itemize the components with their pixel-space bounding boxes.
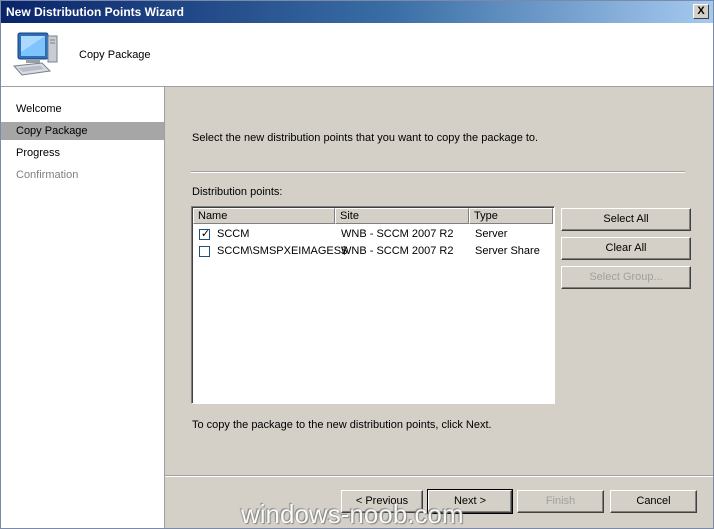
table-row[interactable]: ✓ SCCM WNB - SCCM 2007 R2 Server xyxy=(193,226,553,243)
separator xyxy=(191,171,685,173)
wizard-header: Copy Package xyxy=(1,23,713,87)
cell-name: SCCM\SMSPXEIMAGES$ xyxy=(217,245,348,257)
nav-item-copy-package[interactable]: Copy Package xyxy=(1,122,164,140)
table-row[interactable]: SCCM\SMSPXEIMAGES$ WNB - SCCM 2007 R2 Se… xyxy=(193,243,553,260)
row-checkbox[interactable]: ✓ xyxy=(199,228,211,240)
cell-type: Server xyxy=(475,228,508,240)
instruction-text: Select the new distribution points that … xyxy=(192,132,539,144)
nav-item-confirmation: Confirmation xyxy=(16,169,79,181)
cell-name: SCCM xyxy=(217,228,250,240)
check-icon: ✓ xyxy=(200,228,211,240)
list-header: Name Site Type xyxy=(193,208,553,224)
column-header-name[interactable]: Name xyxy=(193,208,335,224)
close-button[interactable]: X xyxy=(693,4,709,19)
cell-type: Server Share xyxy=(475,245,540,257)
bottom-separator xyxy=(165,475,713,477)
computer-icon xyxy=(12,32,58,76)
header-title: Copy Package xyxy=(79,49,151,61)
column-header-type[interactable]: Type xyxy=(469,208,553,224)
clear-all-button[interactable]: Clear All xyxy=(561,237,691,260)
select-all-button[interactable]: Select All xyxy=(561,208,691,231)
finish-button: Finish xyxy=(517,490,604,513)
cell-site: WNB - SCCM 2007 R2 xyxy=(341,228,454,240)
nav-item-welcome[interactable]: Welcome xyxy=(1,100,164,118)
distribution-points-label: Distribution points: xyxy=(192,186,283,198)
cancel-button[interactable]: Cancel xyxy=(610,490,697,513)
wizard-nav: Welcome Copy Package Progress Confirmati… xyxy=(1,87,165,528)
select-group-button: Select Group... xyxy=(561,266,691,289)
wizard-content: Select the new distribution points that … xyxy=(165,87,713,476)
footer-instruction: To copy the package to the new distribut… xyxy=(192,419,492,431)
column-header-site[interactable]: Site xyxy=(335,208,469,224)
window-title: New Distribution Points Wizard xyxy=(6,5,184,19)
watermark: windows-noob.com xyxy=(241,499,464,529)
title-bar[interactable]: New Distribution Points Wizard X xyxy=(1,1,713,23)
row-checkbox[interactable] xyxy=(199,246,210,257)
nav-item-progress[interactable]: Progress xyxy=(1,144,164,162)
wizard-window: New Distribution Points Wizard X Copy Pa… xyxy=(0,0,714,529)
cell-site: WNB - SCCM 2007 R2 xyxy=(341,245,454,257)
distribution-points-list[interactable]: Name Site Type ✓ SCCM WNB - SCCM 2007 R2… xyxy=(191,206,555,404)
